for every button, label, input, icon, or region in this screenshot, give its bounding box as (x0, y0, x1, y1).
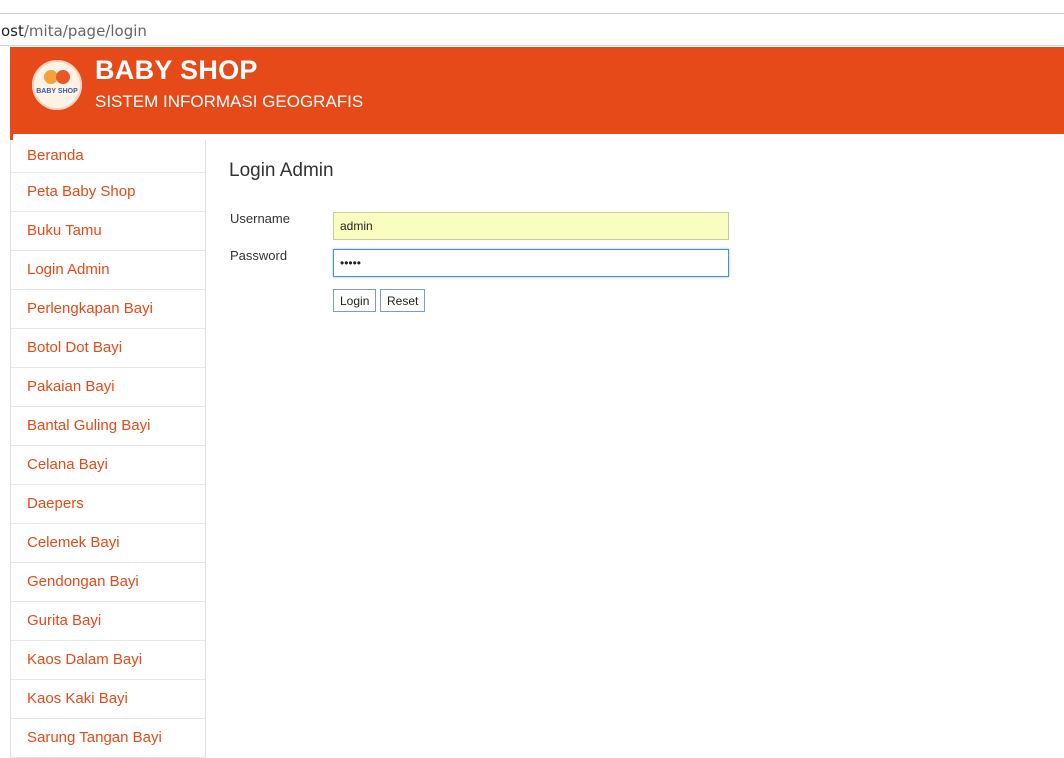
sidebar-item-bantal-guling-bayi[interactable]: Bantal Guling Bayi (11, 407, 205, 446)
sidebar-nav: Beranda Peta Baby Shop Buku Tamu Login A… (10, 140, 206, 758)
sidebar-item-sarung-tangan-bayi[interactable]: Sarung Tangan Bayi (11, 719, 205, 758)
logo-baby-face-2 (56, 70, 70, 84)
site-subtitle: SISTEM INFORMASI GEOGRAFIS (95, 92, 364, 111)
sidebar-item-botol-dot-bayi[interactable]: Botol Dot Bayi (11, 329, 205, 368)
password-label: Password (230, 248, 288, 263)
site-header: BABY SHOP BABY SHOP SISTEM INFORMASI GEO… (10, 47, 1064, 134)
page-title: Login Admin (229, 160, 334, 181)
url-path: /mita/page/login (23, 22, 147, 40)
login-panel: Login Admin Username Password Login Rese… (229, 134, 1049, 734)
sidebar-item-beranda[interactable]: Beranda (11, 140, 205, 173)
sidebar-item-pakaian-bayi[interactable]: Pakaian Bayi (11, 368, 205, 407)
sidebar-item-gendongan-bayi[interactable]: Gendongan Bayi (11, 563, 205, 602)
window-top-border (0, 13, 1064, 14)
sidebar-item-celemek-bayi[interactable]: Celemek Bayi (11, 524, 205, 563)
baby-shop-logo-icon[interactable]: BABY SHOP (32, 60, 82, 110)
sidebar-item-gurita-bayi[interactable]: Gurita Bayi (11, 602, 205, 641)
site-title: BABY SHOP (95, 55, 258, 85)
sidebar-item-celana-bayi[interactable]: Celana Bayi (11, 446, 205, 485)
url-host: ost (1, 22, 24, 40)
username-field[interactable] (333, 212, 729, 240)
password-field[interactable] (333, 249, 729, 277)
logo-text: BABY SHOP (36, 88, 78, 95)
reset-button[interactable]: Reset (380, 289, 426, 312)
address-url[interactable]: ost/mita/page/login (1, 22, 147, 40)
address-bar[interactable]: ost/mita/page/login (0, 17, 1064, 46)
sidebar-item-peta-baby-shop[interactable]: Peta Baby Shop (11, 173, 205, 212)
sidebar-item-buku-tamu[interactable]: Buku Tamu (11, 212, 205, 251)
sidebar-item-daepers[interactable]: Daepers (11, 485, 205, 524)
sidebar-item-login-admin[interactable]: Login Admin (11, 251, 205, 290)
login-button[interactable]: Login (333, 289, 377, 312)
sidebar-item-kaos-dalam-bayi[interactable]: Kaos Dalam Bayi (11, 641, 205, 680)
sidebar-item-kaos-kaki-bayi[interactable]: Kaos Kaki Bayi (11, 680, 205, 719)
sidebar-item-perlengkapan-bayi[interactable]: Perlengkapan Bayi (11, 290, 205, 329)
username-label: Username (230, 211, 290, 226)
